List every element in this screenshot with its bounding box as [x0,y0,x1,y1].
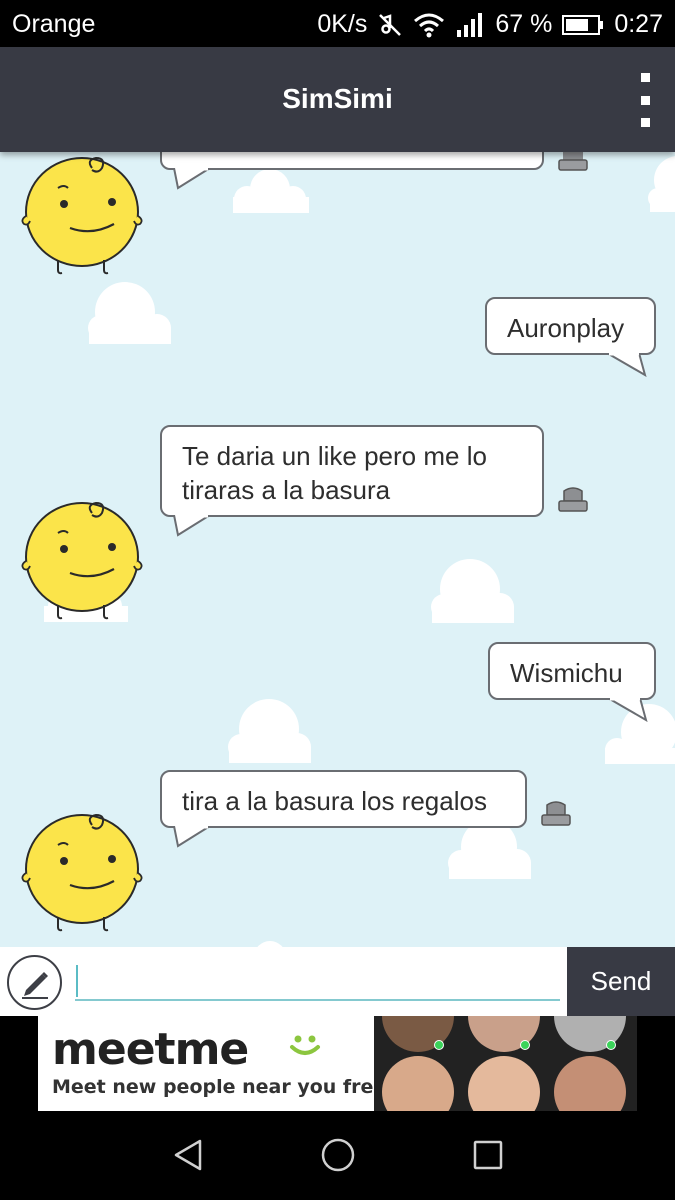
chat-area[interactable]: Auronplay Te daria un like pero me lo ti… [0,152,675,947]
text-cursor [76,965,78,997]
pencil-icon[interactable] [7,955,62,1010]
bot-message-bubble: tira a la basura los regalos [160,770,527,848]
bot-message-bubble: Te daria un like pero me lo tiraras a la… [160,425,544,537]
report-icon[interactable] [540,801,572,829]
cloud-decoration [233,169,309,213]
online-dot [606,1040,616,1050]
online-dot [520,1040,530,1050]
wifi-icon [413,12,445,38]
ad-tagline: Meet new people near you free! [52,1076,395,1098]
user-message-bubble: Wismichu [488,642,656,722]
report-icon[interactable] [557,152,589,175]
cloud-decoration [88,282,171,344]
message-text: Auronplay [507,313,625,343]
app-title: SimSimi [282,83,393,114]
profile-photo [382,1056,454,1111]
status-bar: Orange 0K/s 67 % 0:27 [0,0,675,47]
clock: 0:27 [614,10,663,38]
report-icon[interactable] [557,487,589,515]
profile-photo [468,1056,540,1111]
message-input[interactable] [75,957,560,1001]
battery-level: 67 % [495,10,553,38]
navigation-bar [0,1111,675,1200]
status-icons: 0K/s 67 % 0:27 [317,10,663,39]
app-bar: SimSimi [0,47,675,152]
message-text: Wismichu [510,658,623,688]
cloud-decoration [431,559,514,623]
cloud-decoration [257,941,283,947]
recents-icon[interactable] [468,1135,508,1175]
cloud-decoration [648,156,675,212]
mute-icon [377,12,403,38]
bot-message-bubble [160,152,544,190]
battery-icon [562,14,604,36]
message-input-bar: Send [0,947,675,1016]
message-text: tira a la basura los regalos [182,786,487,816]
overflow-menu-icon[interactable] [635,73,655,127]
user-message-bubble: Auronplay [485,297,656,377]
cloud-decoration [228,699,311,763]
online-dot [434,1040,444,1050]
carrier-name: Orange [12,10,96,38]
back-icon[interactable] [168,1135,208,1175]
ad-banner[interactable]: meetme Meet new people near you free! [0,1016,675,1111]
meetme-ad[interactable]: meetme Meet new people near you free! [38,1016,637,1111]
home-icon[interactable] [318,1135,358,1175]
smile-icon [290,1035,320,1055]
simsimi-avatar [21,813,143,932]
ad-profile-photos [374,1016,637,1111]
send-button[interactable]: Send [567,947,675,1016]
message-text: Te daria un like pero me lo tiraras a la… [182,441,487,505]
network-speed: 0K/s [317,10,368,38]
profile-photo [554,1056,626,1111]
ad-brand-logo: meetme [52,1024,249,1075]
simsimi-avatar [21,156,143,275]
simsimi-avatar [21,501,143,620]
signal-icon [455,12,485,38]
